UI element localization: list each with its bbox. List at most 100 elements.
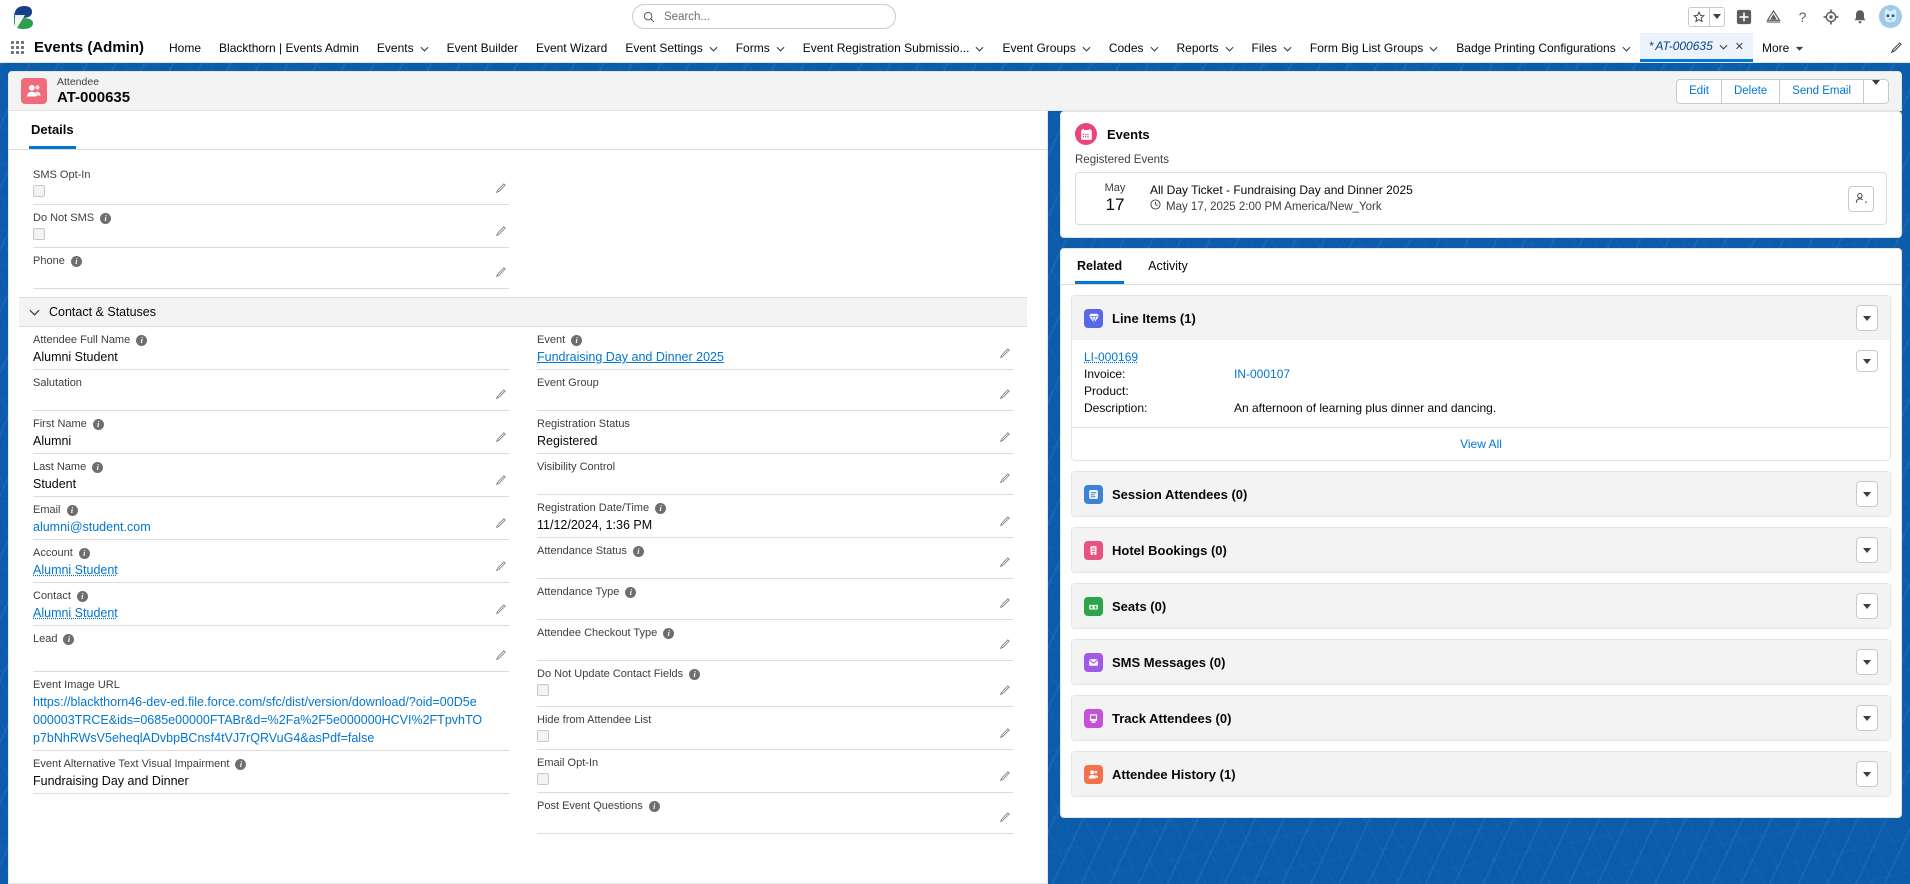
account-link[interactable]: Alumni Student	[33, 563, 118, 577]
email-link[interactable]: alumni@student.com	[33, 520, 151, 534]
info-icon[interactable]: i	[76, 591, 88, 602]
info-icon[interactable]: i	[100, 213, 112, 224]
tab-related[interactable]: Related	[1075, 249, 1125, 284]
tab-details[interactable]: Details	[29, 111, 76, 149]
related-list-header[interactable]: Track Attendees (0)	[1072, 696, 1890, 740]
info-icon[interactable]: i	[66, 505, 78, 516]
related-list-menu-button[interactable]	[1856, 761, 1878, 787]
info-icon[interactable]: i	[92, 419, 104, 430]
edit-pencil-icon[interactable]	[999, 683, 1011, 701]
edit-pencil-icon[interactable]	[999, 596, 1011, 614]
more-actions-caret-button[interactable]	[1863, 79, 1888, 103]
nav-item-badge-printing-configurations[interactable]: Badge Printing Configurations	[1447, 33, 1639, 62]
edit-pencil-icon[interactable]	[495, 516, 507, 534]
related-list-header[interactable]: Session Attendees (0)	[1072, 472, 1890, 516]
info-icon[interactable]: i	[632, 546, 644, 557]
related-list-menu-button[interactable]	[1856, 649, 1878, 675]
edit-pencil-icon[interactable]	[999, 726, 1011, 744]
edit-pencil-icon[interactable]	[495, 430, 507, 448]
tab-activity[interactable]: Activity	[1146, 249, 1190, 284]
info-icon[interactable]: i	[92, 462, 104, 473]
nav-item-events[interactable]: Events	[368, 33, 438, 62]
event-link[interactable]: Fundraising Day and Dinner 2025	[537, 350, 724, 364]
info-icon[interactable]: i	[655, 503, 667, 514]
help-icon[interactable]: ?	[1792, 7, 1812, 27]
related-list-header[interactable]: Attendee History (1)	[1072, 752, 1890, 796]
related-list-menu-button[interactable]	[1856, 537, 1878, 563]
edit-pencil-icon[interactable]	[999, 810, 1011, 828]
edit-pencil-icon[interactable]	[999, 769, 1011, 787]
info-icon[interactable]: i	[689, 669, 701, 680]
info-icon[interactable]: i	[235, 759, 247, 770]
edit-pencil-icon[interactable]	[495, 387, 507, 405]
registered-event-row[interactable]: May 17 All Day Ticket - Fundraising Day …	[1075, 172, 1887, 225]
nav-item-codes[interactable]: Codes	[1100, 33, 1168, 62]
info-icon[interactable]: i	[663, 628, 675, 639]
attendee-check-in-button[interactable]: x	[1848, 185, 1874, 212]
chevron-down-icon[interactable]	[1719, 39, 1728, 53]
edit-pencil-icon[interactable]	[999, 514, 1011, 532]
user-avatar[interactable]	[1879, 5, 1902, 28]
nav-item-event-registration-submissions[interactable]: Event Registration Submissio...	[794, 33, 994, 62]
event-image-url-link[interactable]: https://blackthorn46-dev-ed.file.force.c…	[33, 695, 482, 745]
related-list-menu-button[interactable]	[1856, 481, 1878, 507]
edit-pencil-icon[interactable]	[495, 648, 507, 666]
edit-button[interactable]: Edit	[1677, 79, 1721, 103]
global-search-box[interactable]	[632, 4, 896, 29]
nav-item-event-settings[interactable]: Event Settings	[616, 33, 726, 62]
info-icon[interactable]: i	[571, 335, 583, 346]
edit-pencil-icon[interactable]	[495, 265, 507, 283]
nav-item-form-big-list-groups[interactable]: Form Big List Groups	[1301, 33, 1447, 62]
related-list-header[interactable]: Line Items (1)	[1072, 296, 1890, 340]
related-list-menu-button[interactable]	[1856, 305, 1878, 331]
info-icon[interactable]: i	[78, 548, 90, 559]
nav-item-forms[interactable]: Forms	[727, 33, 794, 62]
favorites-star-icon[interactable]	[1689, 7, 1709, 26]
nav-item-blackthorn-events-admin[interactable]: Blackthorn | Events Admin	[210, 33, 368, 62]
nav-item-reports[interactable]: Reports	[1168, 33, 1243, 62]
info-icon[interactable]: i	[648, 801, 660, 812]
edit-pencil-icon[interactable]	[999, 387, 1011, 405]
app-launcher-icon[interactable]	[0, 33, 34, 62]
nav-item-event-builder[interactable]: Event Builder	[438, 33, 527, 62]
notifications-bell-icon[interactable]	[1850, 7, 1870, 27]
view-all-link[interactable]: View All	[1072, 428, 1890, 460]
favorites-caret-icon[interactable]	[1709, 7, 1724, 26]
related-list-menu-button[interactable]	[1856, 593, 1878, 619]
line-item-link[interactable]: LI-000169	[1084, 350, 1138, 364]
section-contact-and-statuses[interactable]: Contact & Statuses	[19, 297, 1027, 327]
global-search-input[interactable]	[662, 9, 885, 24]
setup-gear-icon[interactable]	[1821, 7, 1841, 27]
edit-pencil-icon[interactable]	[495, 224, 507, 242]
delete-button[interactable]: Delete	[1720, 79, 1780, 103]
related-list-header[interactable]: Hotel Bookings (0)	[1072, 528, 1890, 572]
edit-pencil-icon[interactable]	[999, 346, 1011, 364]
nav-item-event-groups[interactable]: Event Groups	[993, 33, 1099, 62]
invoice-link[interactable]: IN-000107	[1234, 367, 1290, 381]
nav-item-event-wizard[interactable]: Event Wizard	[527, 33, 616, 62]
info-icon[interactable]: i	[63, 634, 75, 645]
nav-item-more[interactable]: More	[1753, 33, 1813, 62]
edit-pencil-icon[interactable]	[495, 473, 507, 491]
add-icon[interactable]	[1734, 7, 1754, 27]
info-icon[interactable]: i	[70, 256, 82, 267]
edit-pencil-icon[interactable]	[495, 602, 507, 620]
edit-pencil-icon[interactable]	[495, 181, 507, 199]
nav-item-active-record-tab[interactable]: * AT-000635 ✕	[1639, 33, 1753, 62]
info-icon[interactable]: i	[625, 587, 637, 598]
nav-item-home[interactable]: Home	[160, 33, 210, 62]
info-icon[interactable]: i	[136, 335, 148, 346]
related-list-menu-button[interactable]	[1856, 705, 1878, 731]
learning-trailhead-icon[interactable]	[1763, 7, 1783, 27]
edit-pencil-icon[interactable]	[999, 471, 1011, 489]
favorites-group[interactable]	[1688, 6, 1725, 27]
edit-pencil-icon[interactable]	[999, 430, 1011, 448]
line-item-row-menu-button[interactable]	[1856, 350, 1878, 372]
related-list-header[interactable]: SMS Messages (0)	[1072, 640, 1890, 684]
global-search-wrap[interactable]	[632, 4, 896, 29]
blackthorn-logo[interactable]	[0, 0, 46, 33]
close-icon[interactable]: ✕	[1735, 40, 1744, 53]
nav-item-files[interactable]: Files	[1243, 33, 1301, 62]
contact-link[interactable]: Alumni Student	[33, 606, 118, 620]
edit-nav-pencil-icon[interactable]	[1882, 33, 1910, 62]
